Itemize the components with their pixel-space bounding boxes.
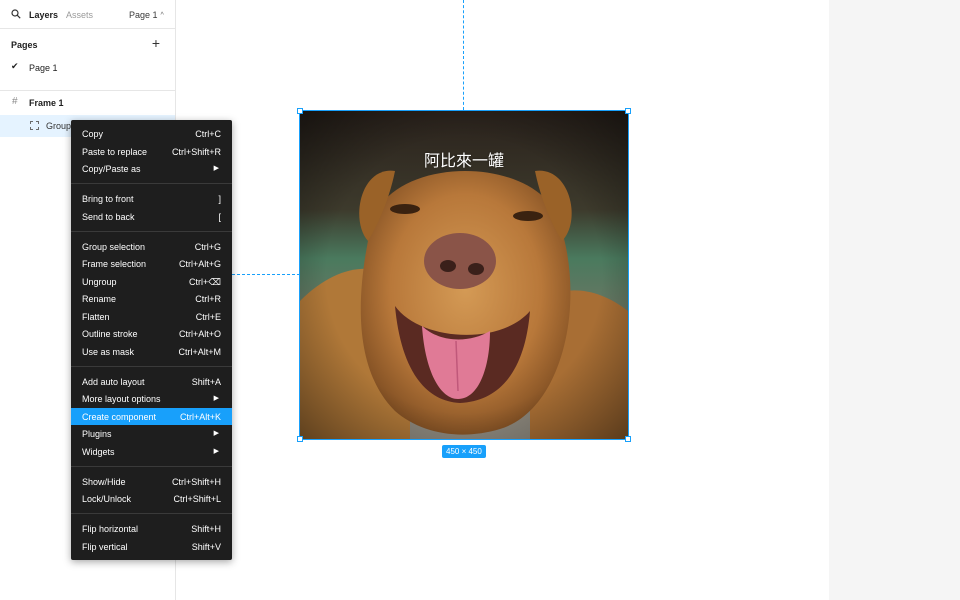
menu-item-label: Rename [82, 294, 117, 304]
menu-item-label: Group selection [82, 241, 146, 252]
menu-item-shortcut: Ctrl+Shift+L [173, 494, 221, 504]
menu-item-label: Create component [82, 411, 157, 422]
menu-item-label: Copy [82, 129, 104, 139]
measurement-guide-vertical [463, 0, 464, 110]
menu-item-label: Copy/Paste as [82, 164, 141, 174]
menu-item-label: Show/Hide [82, 476, 126, 487]
menu-item-flip-vertical[interactable]: Flip vertical Shift+V [71, 538, 232, 556]
menu-item-shortcut: Shift+V [191, 541, 221, 552]
menu-item-label: Frame selection [82, 259, 147, 269]
menu-separator [71, 513, 232, 515]
panel-tabs: Layers Assets Page 1 ^ [0, 0, 175, 29]
menu-item-label: Plugins [82, 429, 112, 439]
submenu-arrow-icon: ▶ [213, 395, 219, 402]
page-selector-label: Page 1 [129, 10, 158, 20]
menu-item-label: Paste to replace [82, 146, 148, 157]
divider [0, 90, 175, 91]
menu-item-group-selection[interactable]: Group selection Ctrl+G [71, 238, 232, 256]
tab-assets[interactable]: Assets [66, 10, 93, 20]
checkmark-icon: ✔ [11, 61, 19, 71]
menu-item-shortcut: Ctrl+Shift+H [171, 476, 221, 487]
menu-item-create-component[interactable]: Create component Ctrl+Alt+K [71, 407, 232, 425]
menu-item-label: Add auto layout [82, 376, 145, 387]
submenu-arrow-icon: ▶ [213, 430, 219, 437]
menu-item-rename[interactable]: Rename Ctrl+R [71, 290, 232, 308]
menu-item-label: Send to back [82, 211, 135, 222]
menu-item-label: Lock/Unlock [82, 494, 132, 504]
page-selector[interactable]: Page 1 ^ [129, 10, 164, 20]
menu-item-flip-horizontal[interactable]: Flip horizontal Shift+H [71, 520, 232, 538]
menu-item-shortcut: Ctrl+Alt+O [178, 329, 221, 339]
menu-item-shortcut: Ctrl+Alt+K [179, 411, 221, 422]
menu-item-flatten[interactable]: Flatten Ctrl+E [71, 308, 232, 326]
resize-handle-bottom-left[interactable] [297, 436, 303, 442]
resize-handle-top-left[interactable] [297, 108, 303, 114]
menu-item-label: Flatten [82, 311, 110, 322]
image-caption: 阿比來一罐 [423, 151, 504, 170]
menu-item-lock-unlock[interactable]: Lock/Unlock Ctrl+Shift+L [71, 490, 232, 508]
menu-item-ungroup[interactable]: Ungroup Ctrl+⌫ [71, 273, 232, 291]
tab-layers[interactable]: Layers [29, 10, 58, 20]
menu-item-shortcut: Shift+H [191, 524, 221, 534]
menu-item-label: Outline stroke [82, 329, 138, 339]
menu-item-shortcut: Ctrl+Alt+M [178, 346, 221, 357]
menu-item-label: Widgets [82, 446, 115, 457]
menu-item-bring-to-front[interactable]: Bring to front] [71, 190, 232, 208]
layer-item-frame[interactable]: # Frame 1 [0, 93, 175, 113]
chevron-up-icon: ^ [160, 11, 164, 19]
measurement-guide-horizontal [232, 274, 300, 275]
menu-separator [71, 465, 232, 467]
menu-item-show-hide[interactable]: Show/Hide Ctrl+Shift+H [71, 473, 232, 491]
menu-item-more-layout-options[interactable]: More layout options ▶ [71, 390, 232, 408]
submenu-arrow-icon: ▶ [213, 165, 219, 172]
search-icon[interactable] [11, 9, 21, 19]
page-item-label: Page 1 [29, 63, 58, 73]
resize-handle-bottom-right[interactable] [625, 436, 631, 442]
menu-item-shortcut: Ctrl+Shift+R [171, 146, 221, 157]
menu-item-shortcut: Shift+A [191, 376, 221, 387]
menu-item-shortcut: ] [218, 194, 221, 204]
pages-header: Pages + [0, 30, 175, 58]
menu-item-label: More layout options [82, 394, 161, 404]
menu-item-shortcut: Ctrl+C [195, 129, 221, 139]
menu-item-label: Use as mask [82, 346, 135, 357]
menu-item-plugins[interactable]: Plugins ▶ [71, 425, 232, 443]
group-icon [30, 121, 39, 130]
layer-label: Frame 1 [29, 98, 64, 108]
menu-item-shortcut: Ctrl+R [195, 294, 221, 304]
menu-item-shortcut: Ctrl+Alt+G [178, 259, 221, 269]
menu-item-label: Bring to front [82, 194, 134, 204]
layer-label: Group [46, 121, 72, 131]
menu-item-shortcut: Ctrl+G [194, 241, 221, 252]
dog-image[interactable]: 阿比來一罐 [299, 110, 629, 440]
submenu-arrow-icon: ▶ [213, 447, 219, 455]
frame-icon: # [12, 96, 18, 107]
size-badge: 450 × 450 [442, 445, 486, 458]
pages-title: Pages [11, 40, 38, 50]
page-item[interactable]: ✔ Page 1 [0, 58, 175, 78]
add-page-button[interactable]: + [149, 36, 163, 50]
menu-item-shortcut: Ctrl+E [195, 311, 221, 322]
menu-item-shortcut: [ [218, 211, 221, 222]
menu-item-paste-to-replace[interactable]: Paste to replace Ctrl+Shift+R [71, 143, 232, 161]
menu-item-widgets[interactable]: Widgets ▶ [71, 443, 232, 461]
menu-item-use-as-mask[interactable]: Use as mask Ctrl+Alt+M [71, 343, 232, 361]
menu-item-label: Flip vertical [82, 541, 128, 552]
menu-separator [71, 365, 232, 367]
menu-item-copy-paste-as[interactable]: Copy/Paste as ▶ [71, 160, 232, 178]
menu-item-outline-stroke[interactable]: Outline stroke Ctrl+Alt+O [71, 325, 232, 343]
menu-separator [71, 183, 232, 185]
menu-item-shortcut: Ctrl+⌫ [189, 276, 221, 287]
menu-separator [71, 230, 232, 232]
menu-item-add-auto-layout[interactable]: Add auto layout Shift+A [71, 373, 232, 391]
menu-item-label: Ungroup [82, 276, 117, 287]
menu-item-copy[interactable]: Copy Ctrl+C [71, 125, 232, 143]
menu-item-frame-selection[interactable]: Frame selection Ctrl+Alt+G [71, 255, 232, 273]
menu-item-label: Flip horizontal [82, 524, 139, 534]
properties-panel [829, 0, 960, 600]
context-menu: Copy Ctrl+C Paste to replace Ctrl+Shift+R Co… [71, 120, 232, 560]
menu-item-send-to-back[interactable]: Send to back [ [71, 208, 232, 226]
resize-handle-top-right[interactable] [625, 108, 631, 114]
